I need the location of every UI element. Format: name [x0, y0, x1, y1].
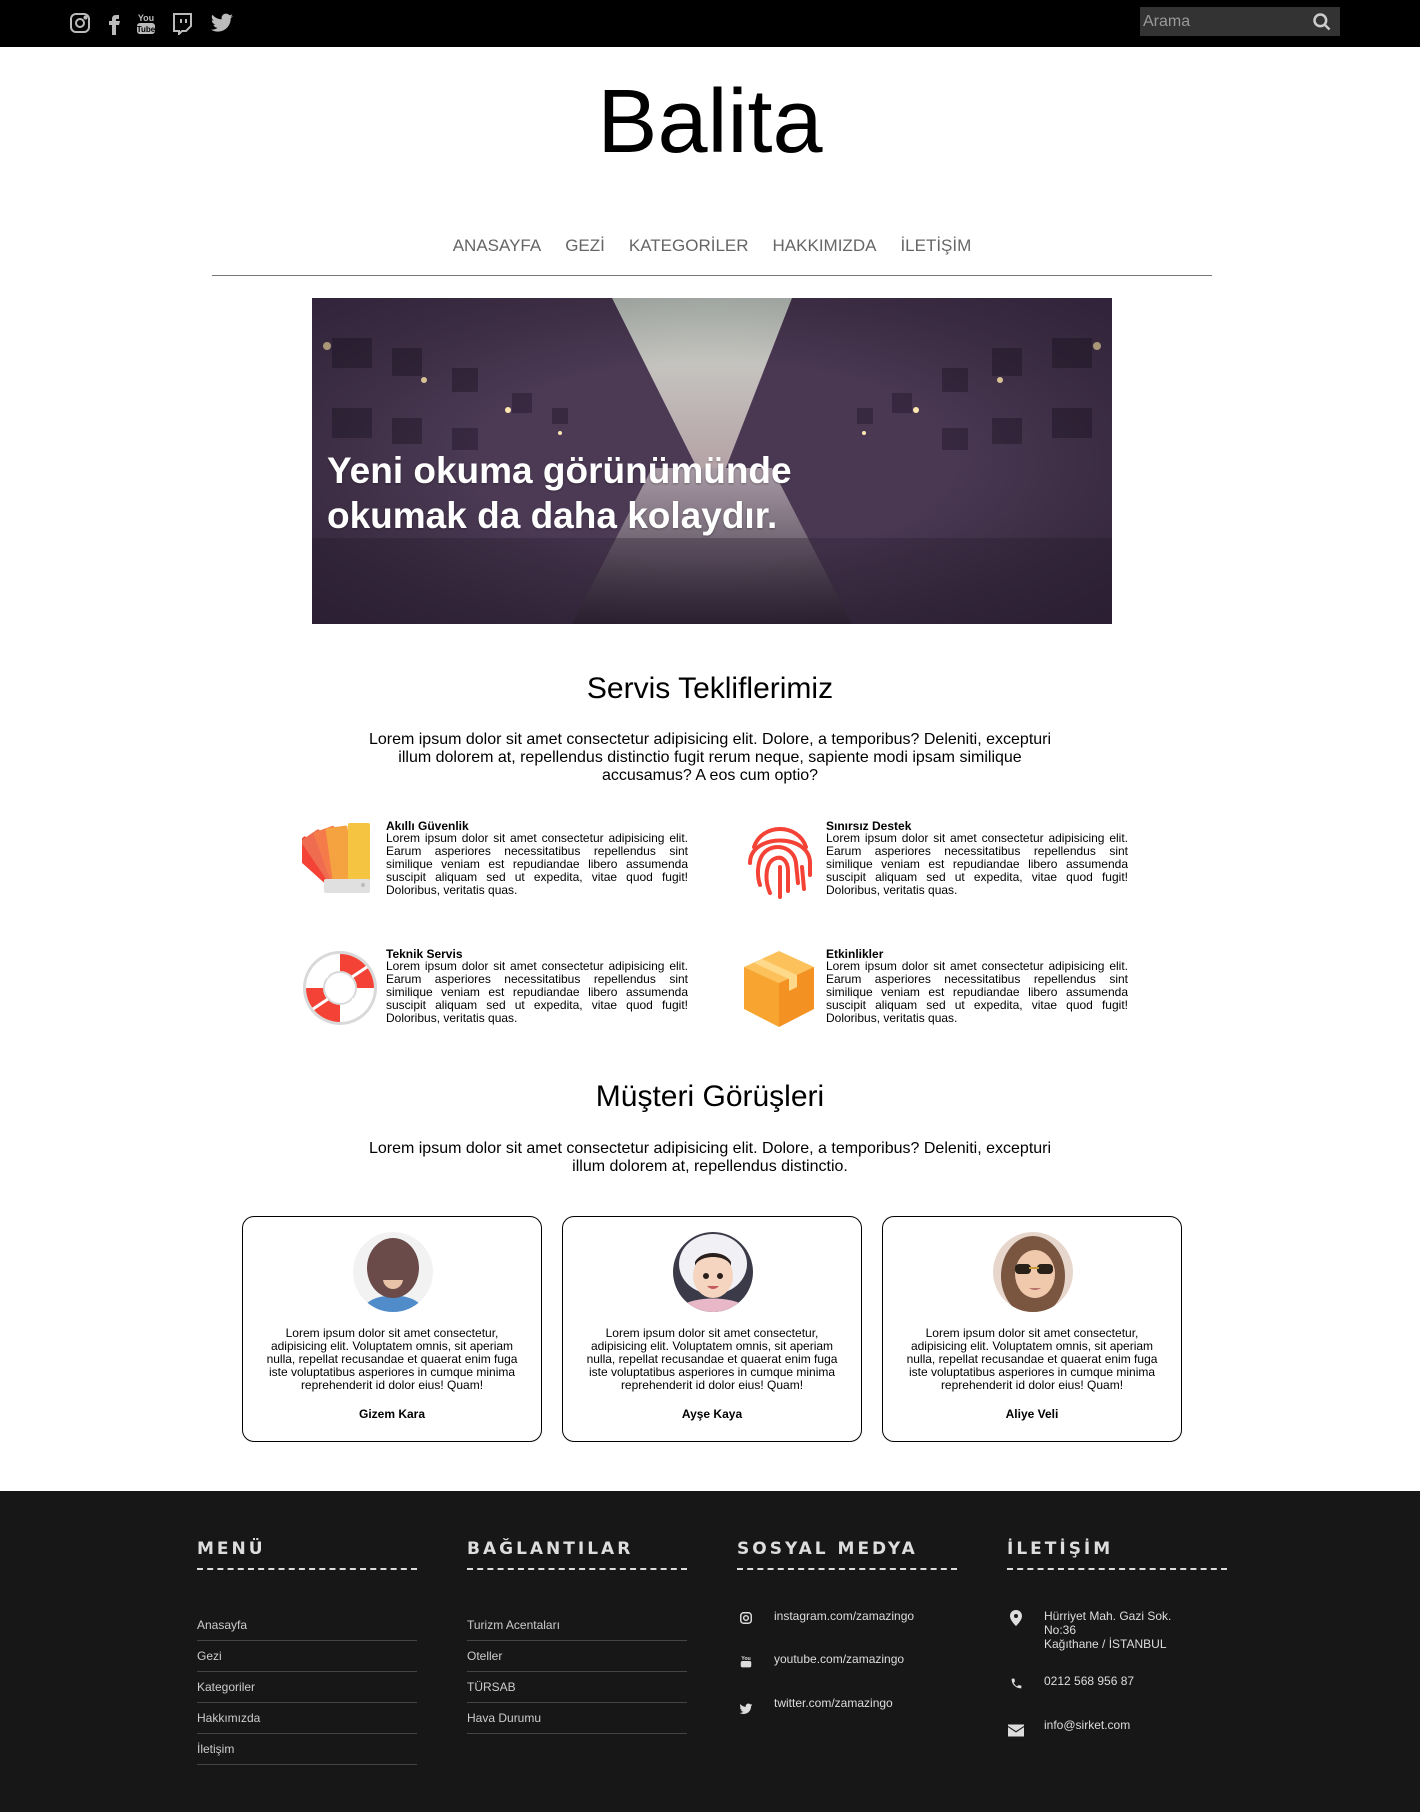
nav-item-anasayfa[interactable]: ANASAYFA [441, 230, 554, 260]
youtube-icon[interactable]: You Tube [132, 9, 160, 37]
twitter-icon[interactable] [208, 9, 236, 37]
footer-link-gezi[interactable]: Gezi [197, 1641, 417, 1672]
testimonial-card-gizem-kara: Lorem ipsum dolor sit amet consectetur, … [242, 1216, 542, 1442]
service-card-sinirsiz-destek: Sınırsız Destek Lorem ipsum dolor sit am… [742, 819, 1142, 919]
testimonial-card-ayse-kaya: Lorem ipsum dolor sit amet consectetur, … [562, 1216, 862, 1442]
box-icon [742, 947, 822, 1031]
top-bar: You Tube [0, 0, 1420, 47]
services-title: Servis Tekliflerimiz [586, 672, 834, 705]
envelope-icon [1007, 1721, 1025, 1739]
youtube-icon: You [737, 1652, 755, 1670]
service-card-teknik-servis: Teknik Servis Lorem ipsum dolor sit amet… [302, 947, 702, 1047]
footer-email-text: info@sirket.com [1044, 1718, 1131, 1732]
testimonial-card-aliye-veli: Lorem ipsum dolor sit amet consectetur, … [882, 1216, 1182, 1442]
address-line-2: No:36 [1044, 1623, 1077, 1637]
services-description: Lorem ipsum dolor sit amet consectetur a… [368, 731, 1052, 784]
footer-menu-column: MENÜ Anasayfa Gezi Kategoriler Hakkımızd… [197, 1539, 417, 1765]
footer-links-column: BAĞLANTILAR Turizm Acentaları Oteller TÜ… [467, 1539, 687, 1734]
testimonial-name: Aliye Veli [1005, 1407, 1059, 1421]
hero-headline: Yeni okuma görünümünde okumak da daha ko… [327, 448, 847, 538]
nav-item-iletisim[interactable]: İLETİŞİM [888, 230, 983, 260]
service-card-akilli-guvenlik: Akıllı Güvenlik Lorem ipsum dolor sit am… [290, 819, 702, 919]
color-swatch-icon [290, 819, 382, 903]
footer-contact-column: İLETİŞİM Hürriyet Mah. Gazi Sok. No:36 K… [1007, 1539, 1227, 1779]
service-card-etkinlikler: Etkinlikler Lorem ipsum dolor sit amet c… [742, 947, 1142, 1047]
footer-social-text: twitter.com/zamazingo [774, 1696, 893, 1710]
fingerprint-icon [742, 819, 822, 903]
footer-phone-text: 0212 568 956 87 [1044, 1674, 1135, 1688]
footer-contact-title: İLETİŞİM [1007, 1539, 1227, 1570]
svg-text:Tube: Tube [137, 25, 156, 34]
testimonial-text: Lorem ipsum dolor sit amet consectetur, … [586, 1326, 838, 1392]
footer-link-hakkimizda[interactable]: Hakkımızda [197, 1703, 417, 1734]
svg-text:You: You [741, 1656, 751, 1662]
footer-social-text: instagram.com/zamazingo [774, 1609, 915, 1623]
footer-link-oteller[interactable]: Oteller [467, 1641, 687, 1672]
instagram-icon [737, 1609, 755, 1627]
footer-link-tursab[interactable]: TÜRSAB [467, 1672, 687, 1703]
hero-banner[interactable]: Yeni okuma görünümünde okumak da daha ko… [312, 298, 1112, 624]
footer-link-iletisim[interactable]: İletişim [197, 1734, 417, 1765]
address-line-3: Kağıthane / İSTANBUL [1044, 1637, 1167, 1651]
service-text: Lorem ipsum dolor sit amet consectetur a… [386, 831, 688, 897]
testimonial-name: Gizem Kara [358, 1407, 426, 1421]
testimonial-name: Ayşe Kaya [681, 1407, 743, 1421]
site-logo[interactable]: Balita [0, 72, 1420, 172]
svg-text:You: You [138, 13, 154, 23]
search-box [1140, 7, 1340, 36]
nav-item-gezi[interactable]: GEZİ [553, 230, 617, 260]
footer-menu-title: MENÜ [197, 1539, 417, 1570]
instagram-icon[interactable] [66, 9, 94, 37]
footer-link-kategoriler[interactable]: Kategoriler [197, 1672, 417, 1703]
avatar [993, 1232, 1073, 1312]
search-input[interactable] [1140, 12, 1300, 31]
footer-social-title: SOSYAL MEDYA [737, 1539, 957, 1570]
twitter-icon [737, 1700, 755, 1718]
footer-social-text: youtube.com/zamazingo [774, 1652, 905, 1666]
footer-social-column: SOSYAL MEDYA instagram.com/zamazingo You… [737, 1539, 957, 1759]
lifebuoy-icon [302, 947, 382, 1031]
twitch-icon[interactable] [168, 9, 196, 37]
testimonials-description: Lorem ipsum dolor sit amet consectetur a… [368, 1140, 1052, 1175]
address-line-1: Hürriyet Mah. Gazi Sok. [1044, 1609, 1172, 1623]
phone-icon [1007, 1674, 1025, 1692]
service-text: Lorem ipsum dolor sit amet consectetur a… [826, 831, 1128, 897]
facebook-icon[interactable] [100, 9, 128, 37]
testimonial-text: Lorem ipsum dolor sit amet consectetur, … [266, 1326, 518, 1392]
footer-link-turizm-acentalari[interactable]: Turizm Acentaları [467, 1610, 687, 1641]
map-pin-icon [1007, 1609, 1025, 1627]
avatar [673, 1232, 753, 1312]
footer: MENÜ Anasayfa Gezi Kategoriler Hakkımızd… [0, 1491, 1420, 1812]
search-icon[interactable] [1310, 10, 1334, 34]
service-text: Lorem ipsum dolor sit amet consectetur a… [386, 959, 688, 1025]
testimonial-text: Lorem ipsum dolor sit amet consectetur, … [906, 1326, 1158, 1392]
testimonials-title: Müşteri Görüşleri [595, 1080, 825, 1113]
footer-links-title: BAĞLANTILAR [467, 1539, 687, 1570]
avatar [353, 1232, 433, 1312]
main-nav: ANASAYFA GEZİ KATEGORİLER HAKKIMIZDA İLE… [212, 230, 1212, 276]
hero-headline-line-2: okumak da daha kolaydır. [327, 495, 778, 536]
nav-item-kategoriler[interactable]: KATEGORİLER [617, 230, 761, 260]
footer-link-hava-durumu[interactable]: Hava Durumu [467, 1703, 687, 1734]
service-text: Lorem ipsum dolor sit amet consectetur a… [826, 959, 1128, 1025]
footer-address-text: Hürriyet Mah. Gazi Sok. No:36 Kağıthane … [1044, 1609, 1244, 1651]
footer-link-anasayfa[interactable]: Anasayfa [197, 1610, 417, 1641]
hero-headline-line-1: Yeni okuma görünümünde [327, 450, 792, 491]
nav-item-hakkimizda[interactable]: HAKKIMIZDA [761, 230, 889, 260]
